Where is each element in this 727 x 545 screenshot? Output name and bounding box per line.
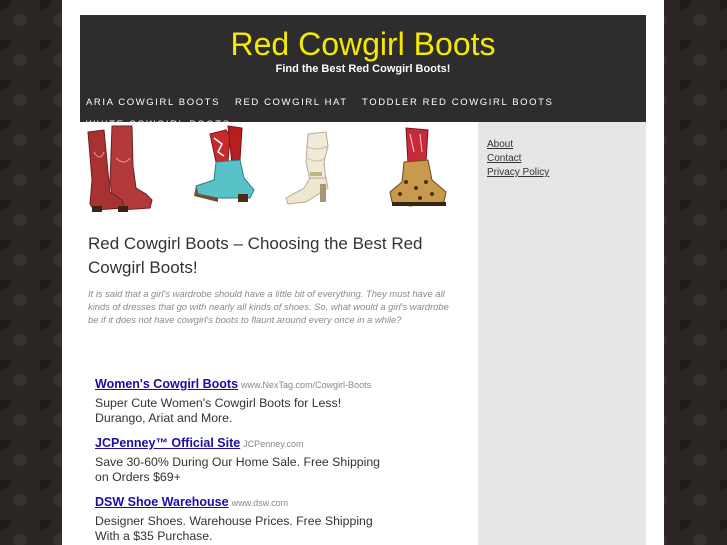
- ad-description: Save 30-60% During Our Home Sale. Free S…: [95, 455, 381, 484]
- ad-url[interactable]: www.NexTag.com/Cowgirl-Boots: [241, 380, 371, 390]
- page-container: Red Cowgirl Boots Find the Best Red Cowg…: [62, 0, 664, 545]
- ad-unit: JCPenney™ Official Site JCPenney.com Save…: [95, 435, 395, 485]
- ad-title-link[interactable]: JCPenney™ Official Site: [95, 436, 240, 450]
- white-slouch-boot-icon: [285, 131, 329, 205]
- post-title[interactable]: Red Cowgirl Boots – Choosing the Best Re…: [88, 232, 458, 280]
- post-intro: It is said that a girl's wardrobe should…: [88, 288, 449, 325]
- ad-unit: DSW Shoe Warehouse www.dsw.com Designer S…: [95, 494, 395, 544]
- ad-unit: Women's Cowgirl Boots www.NexTag.com/Cowg…: [95, 376, 395, 426]
- sidebar-link-about[interactable]: About: [487, 138, 549, 152]
- ad-title-link[interactable]: DSW Shoe Warehouse: [95, 495, 229, 509]
- sidebar-links: About Contact Privacy Policy: [487, 138, 549, 180]
- ad-title-link[interactable]: Women's Cowgirl Boots: [95, 377, 238, 391]
- sidebar: About Contact Privacy Policy: [478, 122, 646, 545]
- red-turquoise-boot-icon: [194, 125, 255, 202]
- ad-description: Designer Shoes. Warehouse Prices. Free S…: [95, 514, 373, 543]
- nav-item-red-cowgirl-hat[interactable]: RED COWGIRL HAT: [235, 97, 348, 109]
- red-cowboy-boot-icon: [87, 125, 153, 212]
- site-tagline: Find the Best Red Cowgirl Boots!: [275, 63, 451, 75]
- ad-url[interactable]: www.dsw.com: [232, 498, 289, 508]
- ad-url[interactable]: JCPenney.com: [243, 439, 303, 449]
- hero-boots-strip: [80, 122, 478, 214]
- sidebar-link-contact[interactable]: Contact: [487, 152, 549, 166]
- site-header: Red Cowgirl Boots Find the Best Red Cowg…: [80, 15, 646, 130]
- sidebar-link-privacy-policy[interactable]: Privacy Policy: [487, 166, 549, 180]
- leopard-red-boot-icon: [389, 127, 447, 207]
- main-content: Red Cowgirl Boots – Choosing the Best Re…: [80, 214, 478, 545]
- nav-item-aria-cowgirl-boots[interactable]: ARIA COWGIRL BOOTS: [86, 97, 220, 109]
- ad-description: Super Cute Women's Cowgirl Boots for Les…: [95, 396, 342, 425]
- site-title[interactable]: Red Cowgirl Boots: [80, 27, 646, 61]
- nav-item-toddler-red-cowgirl-boots[interactable]: TODDLER RED COWGIRL BOOTS: [362, 97, 554, 109]
